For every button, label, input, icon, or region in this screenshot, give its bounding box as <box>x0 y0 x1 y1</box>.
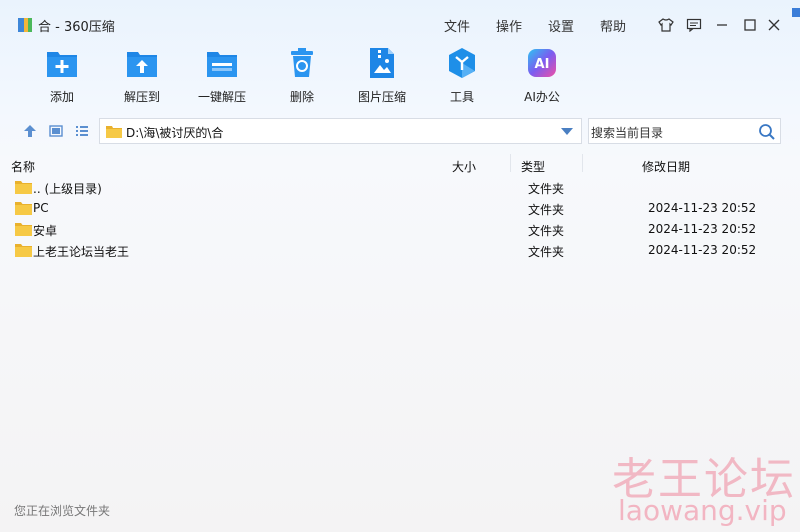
folder-icon <box>15 202 32 215</box>
window-title: 合 - 360压缩 <box>38 20 115 35</box>
app-logo-icon <box>18 18 32 32</box>
column-divider <box>510 154 511 172</box>
minimize-icon[interactable] <box>711 14 733 36</box>
row-date: 2024-11-23 20:52 <box>648 243 757 257</box>
delete-label: 删除 <box>289 90 314 104</box>
add-label: 添加 <box>49 90 74 104</box>
table-row[interactable]: 安卓 文件夹 2024-11-23 20:52 <box>0 219 800 240</box>
tools-button[interactable]: 工具 <box>422 46 502 105</box>
tools-icon <box>445 46 479 80</box>
table-row[interactable]: .. (上级目录) 文件夹 <box>0 177 800 198</box>
row-date: 2024-11-23 20:52 <box>648 201 757 215</box>
search-icon[interactable] <box>758 123 776 141</box>
row-type: 文件夹 <box>528 224 565 238</box>
menu-help[interactable]: 帮助 <box>600 16 626 35</box>
column-header-type[interactable]: 类型 <box>521 158 545 175</box>
skin-icon[interactable] <box>655 14 677 36</box>
row-type: 文件夹 <box>528 182 565 196</box>
extract-to-label: 解压到 <box>123 90 160 104</box>
close-icon[interactable] <box>763 14 785 36</box>
column-header-size[interactable]: 大小 <box>452 158 476 175</box>
folder-icon <box>15 181 32 194</box>
image-compress-label: 图片压缩 <box>357 90 406 104</box>
extract-to-button[interactable]: 解压到 <box>102 46 182 105</box>
delete-button[interactable]: 删除 <box>262 46 342 105</box>
folder-icon <box>15 223 32 236</box>
app-window: 合 - 360压缩 文件 操作 设置 帮助 添加 解压到 一键解压 删除 图片压… <box>0 0 800 532</box>
menu-settings[interactable]: 设置 <box>548 16 574 35</box>
one-click-extract-icon <box>205 46 239 80</box>
column-divider <box>582 154 583 172</box>
maximize-icon[interactable] <box>739 14 761 36</box>
ai-office-icon: AI <box>525 46 559 80</box>
folder-icon <box>15 244 32 257</box>
svg-text:AI: AI <box>535 57 550 72</box>
image-compress-icon <box>365 46 399 80</box>
one-click-extract-label: 一键解压 <box>197 90 246 104</box>
search-placeholder: 搜索当前目录 <box>591 126 664 140</box>
path-text: D:\海\被讨厌的\合 <box>126 126 224 140</box>
folder-icon <box>106 126 122 138</box>
extract-to-icon <box>125 46 159 80</box>
row-date: 2024-11-23 20:52 <box>648 222 757 236</box>
menu-operate[interactable]: 操作 <box>496 16 522 35</box>
toolbar: 添加 解压到 一键解压 删除 图片压缩 工具 AI AI办公 <box>0 46 800 110</box>
row-type: 文件夹 <box>528 203 565 217</box>
menu-file[interactable]: 文件 <box>444 16 470 35</box>
column-header-name[interactable]: 名称 <box>11 158 35 175</box>
thumbnail-view-icon[interactable] <box>48 123 64 139</box>
title-bar: 合 - 360压缩 文件 操作 设置 帮助 <box>0 0 800 50</box>
one-click-extract-button[interactable]: 一键解压 <box>182 46 262 105</box>
ai-office-label: AI办公 <box>524 90 560 104</box>
row-name: PC <box>33 201 49 215</box>
row-name: 上老王论坛当老王 <box>33 245 130 259</box>
row-type: 文件夹 <box>528 245 565 259</box>
column-header-date[interactable]: 修改日期 <box>642 158 690 175</box>
status-text: 您正在浏览文件夹 <box>14 504 111 518</box>
window-edge-marker <box>792 8 800 17</box>
path-dropdown-icon[interactable] <box>561 128 573 135</box>
status-bar: 您正在浏览文件夹 <box>0 499 800 521</box>
delete-icon <box>285 46 319 80</box>
row-name: .. (上级目录) <box>33 182 102 196</box>
tools-label: 工具 <box>449 90 474 104</box>
table-row[interactable]: 上老王论坛当老王 文件夹 2024-11-23 20:52 <box>0 240 800 261</box>
table-row[interactable]: PC 文件夹 2024-11-23 20:52 <box>0 198 800 219</box>
add-icon <box>45 46 79 80</box>
up-level-icon[interactable] <box>22 123 38 139</box>
ai-office-button[interactable]: AI AI办公 <box>502 46 582 105</box>
row-name: 安卓 <box>33 224 58 238</box>
search-input[interactable]: 搜索当前目录 <box>588 118 781 144</box>
list-view-icon[interactable] <box>74 123 90 139</box>
add-button[interactable]: 添加 <box>22 46 102 105</box>
image-compress-button[interactable]: 图片压缩 <box>342 46 422 105</box>
path-field[interactable]: D:\海\被讨厌的\合 <box>99 118 582 144</box>
feedback-icon[interactable] <box>683 14 705 36</box>
